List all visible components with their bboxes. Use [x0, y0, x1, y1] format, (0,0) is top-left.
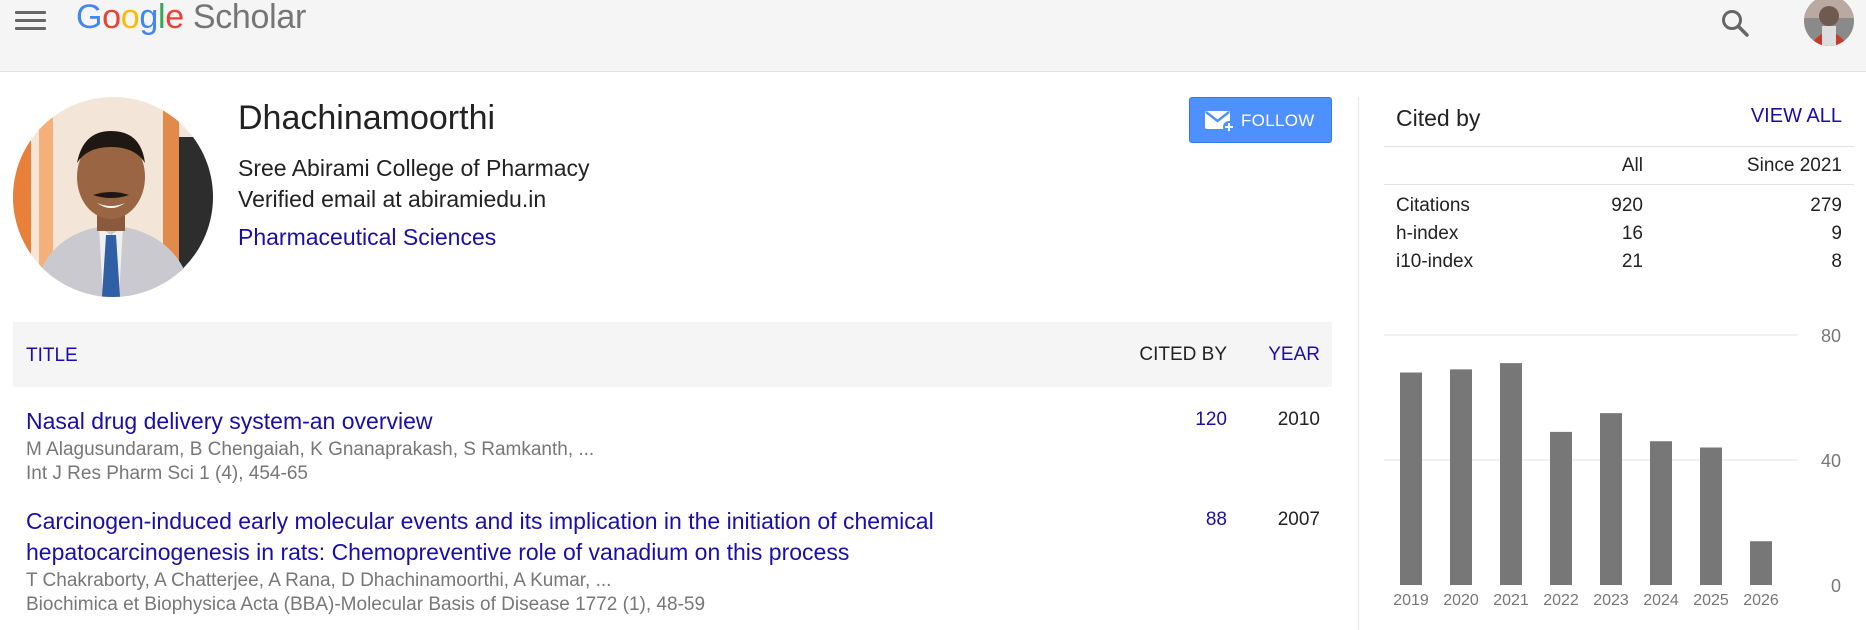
chart-x-tick-label: 2025 — [1693, 592, 1729, 609]
profile-name: Dhachinamoorthi — [238, 99, 496, 137]
chart-x-tick-label: 2022 — [1543, 592, 1579, 609]
article-cited-by-link[interactable]: 120 — [1195, 409, 1227, 431]
sort-by-title[interactable]: TITLE — [26, 345, 78, 367]
stat-label: Citations — [1396, 195, 1470, 216]
chart-bar-2021[interactable] — [1500, 363, 1522, 585]
profile-photo — [13, 97, 213, 297]
search-icon[interactable] — [1718, 6, 1754, 42]
stat-since: 9 — [1831, 223, 1842, 244]
articles-table-header: TITLE CITED BY YEAR — [13, 322, 1332, 387]
divider — [1384, 146, 1854, 147]
divider — [1384, 184, 1854, 185]
article-title-link[interactable]: Carcinogen-induced early molecular event… — [26, 506, 1066, 568]
chart-x-tick-label: 2023 — [1593, 592, 1629, 609]
mail-follow-icon — [1204, 109, 1236, 133]
article-authors: T Chakraborty, A Chatterjee, A Rana, D D… — [26, 570, 612, 591]
menu-icon[interactable] — [15, 8, 47, 34]
article-year: 2010 — [1277, 409, 1320, 430]
chart-x-tick-label: 2021 — [1493, 592, 1529, 609]
chart-x-tick-label: 2019 — [1393, 592, 1429, 609]
follow-button[interactable]: FOLLOW — [1189, 97, 1332, 143]
stat-label: i10-index — [1396, 251, 1474, 272]
chart-x-tick-label: 2026 — [1743, 592, 1779, 609]
cited-by-column-header[interactable]: CITED BY — [1139, 344, 1227, 366]
chart-bar-2023[interactable] — [1600, 413, 1622, 585]
stat-since: 279 — [1810, 195, 1842, 216]
chart-y-tick-label: 80 — [1821, 326, 1841, 346]
stat-all: 920 — [1611, 195, 1643, 216]
stat-all: 16 — [1621, 223, 1643, 244]
article-venue: Int J Res Pharm Sci 1 (4), 454-65 — [26, 463, 308, 484]
research-interest-link[interactable]: Pharmaceutical Sciences — [238, 224, 496, 251]
article-year: 2007 — [1277, 509, 1320, 530]
column-since-header: Since 2021 — [1746, 155, 1842, 176]
stat-row-h-index: h-index 16 9 — [1384, 223, 1854, 251]
chart-bar-2022[interactable] — [1550, 431, 1572, 585]
chart-bar-2026[interactable] — [1750, 541, 1772, 585]
chart-x-tick-label: 2020 — [1443, 592, 1479, 609]
article-cited-by-link[interactable]: 88 — [1206, 509, 1227, 531]
chart-bar-2025[interactable] — [1700, 447, 1722, 586]
profile-email: Verified email at abiramiedu.in — [238, 186, 547, 212]
stat-row-citations: Citations 920 279 — [1384, 195, 1854, 223]
follow-label: FOLLOW — [1241, 111, 1315, 130]
chart-y-tick-label: 40 — [1821, 451, 1841, 471]
chart-bar-2024[interactable] — [1650, 441, 1672, 585]
article-title-link[interactable]: Nasal drug delivery system-an overview — [26, 406, 1066, 437]
chart-x-tick-label: 2024 — [1643, 592, 1679, 609]
chart-y-tick-label: 0 — [1831, 576, 1841, 596]
sort-by-year[interactable]: YEAR — [1268, 344, 1320, 366]
citations-per-year-chart: 0 40 80 2019 2020 2021 2022 2023 2024 2025 2026 — [1384, 326, 1841, 609]
top-bar: Google Scholar — [0, 0, 1866, 72]
column-divider — [1358, 97, 1359, 630]
google-scholar-logo[interactable]: Google Scholar — [76, 0, 306, 37]
view-all-link[interactable]: VIEW ALL — [1751, 105, 1842, 128]
cited-by-title: Cited by — [1396, 105, 1481, 131]
column-all-header: All — [1621, 155, 1643, 176]
stat-label: h-index — [1396, 223, 1459, 244]
chart-bar-2020[interactable] — [1450, 369, 1472, 585]
stat-since: 8 — [1831, 251, 1842, 272]
stat-all: 21 — [1621, 251, 1643, 272]
article-authors: M Alagusundaram, B Chengaiah, K Gnanapra… — [26, 439, 595, 460]
stat-row-i10-index: i10-index 21 8 — [1384, 251, 1854, 279]
chart-bar-2019[interactable] — [1400, 372, 1422, 586]
account-avatar[interactable] — [1804, 0, 1854, 46]
profile-affiliation: Sree Abirami College of Pharmacy — [238, 155, 590, 181]
article-venue: Biochimica et Biophysica Acta (BBA)-Mole… — [26, 594, 706, 615]
